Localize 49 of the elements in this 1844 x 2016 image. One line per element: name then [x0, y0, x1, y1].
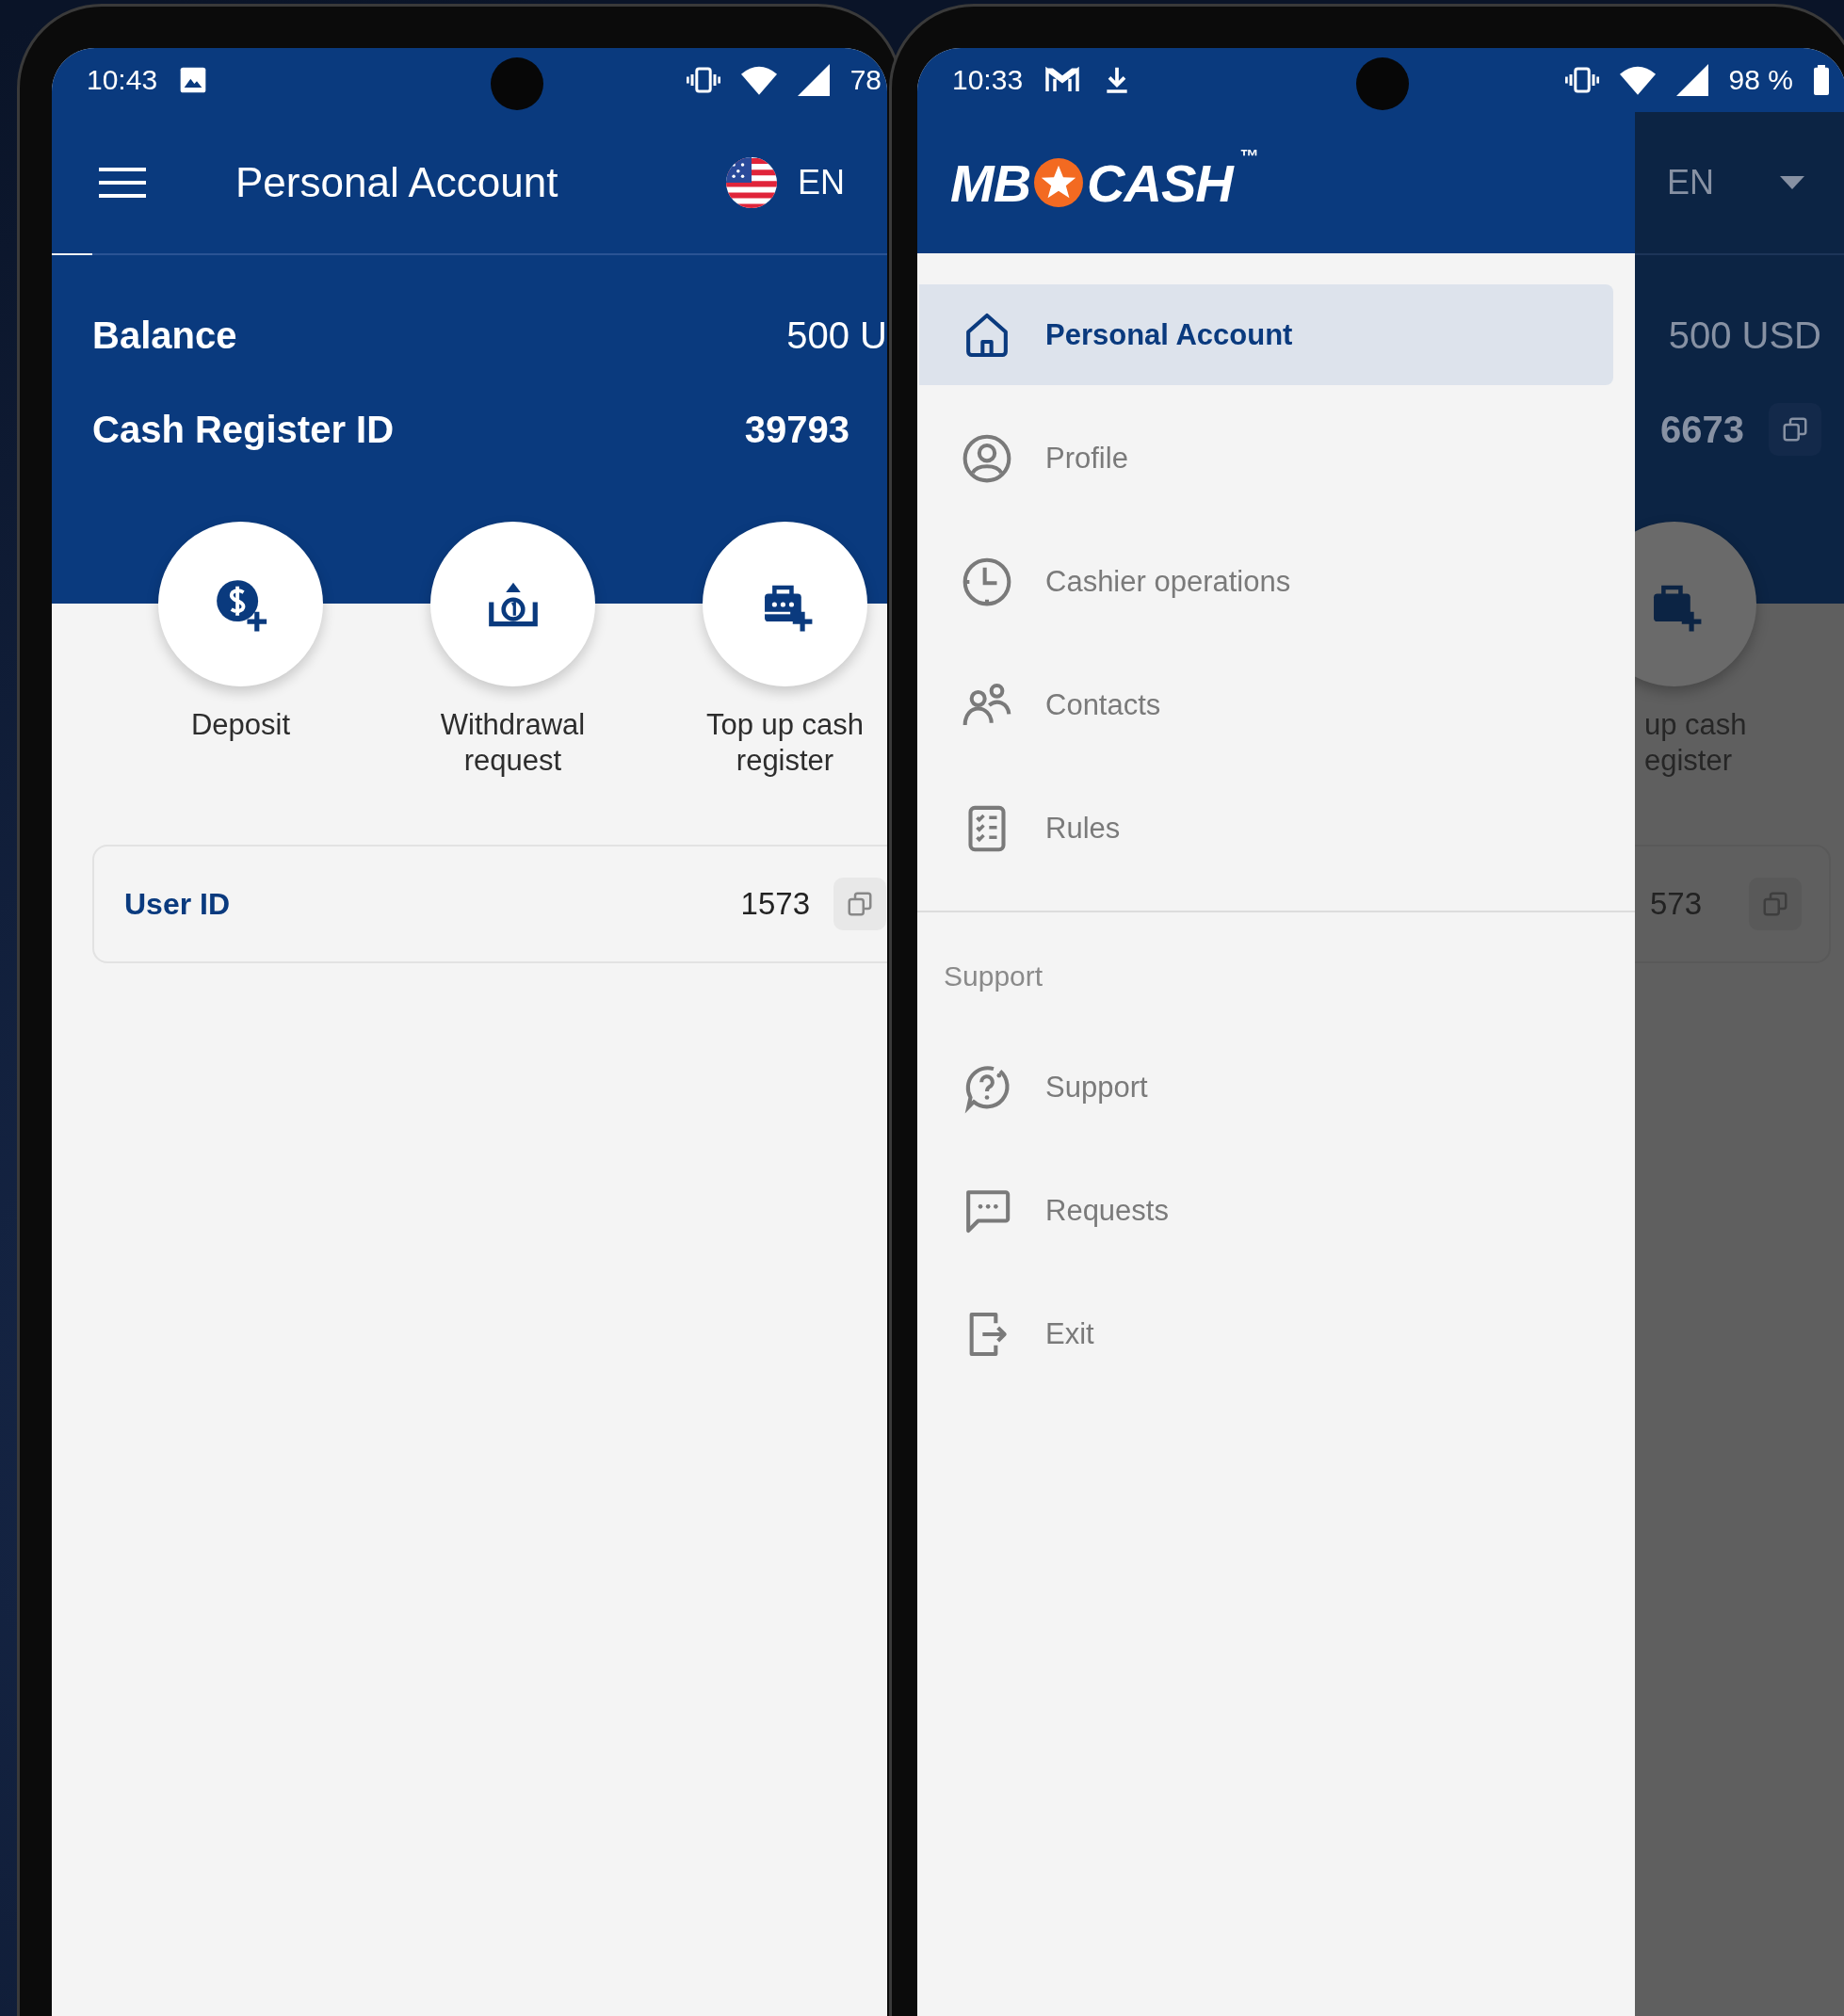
user-id-label: User ID: [124, 886, 232, 922]
signal-icon: [1675, 64, 1708, 96]
wifi-icon: [1619, 65, 1656, 95]
section-title: Support: [944, 960, 1044, 993]
menu-item[interactable]: Support: [919, 1037, 1613, 1137]
wifi-icon: [740, 65, 777, 95]
menu-item[interactable]: Exit: [919, 1283, 1613, 1384]
balance-value: 500 USD: [1668, 314, 1821, 357]
cash-register-value: 6673: [1660, 408, 1744, 451]
flag-icon[interactable]: [726, 157, 777, 208]
battery-level: 78: [849, 64, 882, 96]
logo-text: CASH: [1087, 152, 1233, 214]
action-label: Deposit: [189, 707, 292, 743]
trademark-mark: ™: [1239, 146, 1259, 168]
battery-level: 98 %: [1728, 64, 1793, 96]
battery-icon: [1814, 64, 1829, 96]
action-label: Top up cash register: [704, 707, 865, 779]
copy-icon: [1761, 890, 1790, 918]
status-time: 10:43: [87, 64, 158, 96]
cash-register-label: Cash Register ID: [92, 408, 395, 451]
camera-hole: [1356, 57, 1409, 110]
copy-button[interactable]: [833, 878, 886, 930]
logo-text: MB: [950, 152, 1031, 214]
user-id-value: 1573: [740, 886, 810, 922]
copy-icon: [846, 890, 874, 918]
vibrate-icon: [1564, 66, 1599, 94]
menu-item[interactable]: Contacts: [919, 654, 1613, 755]
language-label: EN: [1667, 163, 1714, 202]
menu-item[interactable]: Personal Account: [919, 284, 1613, 385]
caret-icon: [1780, 176, 1804, 189]
status-time: 10:33: [952, 64, 1024, 96]
balance-label: Balance: [92, 314, 237, 357]
action-label: Withdrawal request: [439, 707, 587, 779]
menu-item[interactable]: Rules: [919, 778, 1613, 879]
user-id-value: 573: [1650, 886, 1703, 922]
app-title: Personal Account: [235, 159, 558, 206]
menu-item[interactable]: Cashier operations: [919, 531, 1613, 632]
vibrate-icon: [686, 66, 720, 94]
cash-register-value: 39793: [744, 408, 849, 451]
menu-item[interactable]: Requests: [919, 1160, 1613, 1261]
balance-value: 500 U: [786, 314, 887, 357]
menu-item[interactable]: Profile: [919, 408, 1613, 508]
camera-hole: [491, 57, 543, 110]
action-label: up cash: [1644, 707, 1748, 743]
action-label: egister: [1644, 743, 1734, 779]
copy-icon: [1781, 415, 1809, 444]
signal-icon: [797, 64, 830, 96]
language-label[interactable]: EN: [798, 163, 845, 202]
menu-icon[interactable]: [99, 167, 146, 199]
